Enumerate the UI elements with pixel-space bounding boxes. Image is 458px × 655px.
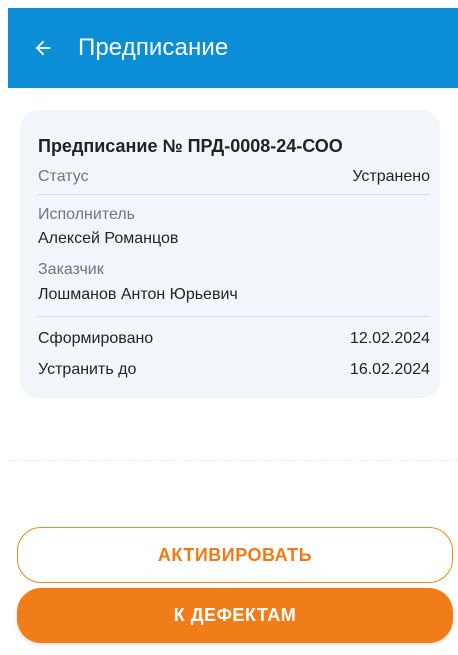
status-label: Статус [38,168,89,185]
top-strip [0,0,458,8]
arrow-left-icon [35,40,51,56]
deadline-row: Устранить до 16.02.2024 [38,358,430,382]
divider-status [38,194,430,195]
screen: Предписание Предписание № ПРД-0008-24-СО… [0,0,458,655]
deadline-label: Устранить до [38,361,137,378]
divider-dates [38,316,430,317]
prescription-title: Предписание № ПРД-0008-24-СОО [38,136,343,156]
prescription-card: Предписание № ПРД-0008-24-СОО Статус Уст… [20,110,440,398]
page-title: Предписание [78,34,229,61]
section-divider [8,460,458,461]
back-button[interactable] [32,37,54,59]
deadline-value: 16.02.2024 [349,361,430,378]
performer-label: Исполнитель [38,206,136,223]
performer-value: Алексей Романцов [38,230,179,247]
to-defects-button[interactable]: К ДЕФЕКТАМ [17,588,453,643]
status-row: Статус Устранено [38,164,430,190]
left-edge [0,88,8,655]
generated-value: 12.02.2024 [349,330,430,347]
customer-label: Заказчик [38,261,104,278]
generated-label: Сформировано [38,330,154,347]
generated-row: Сформировано 12.02.2024 [38,327,430,351]
status-value: Устранено [352,168,430,185]
activate-button[interactable]: АКТИВИРОВАТЬ [17,527,453,583]
customer-value: Лошманов Антон Юрьевич [38,286,238,303]
app-bar: Предписание [8,8,458,88]
